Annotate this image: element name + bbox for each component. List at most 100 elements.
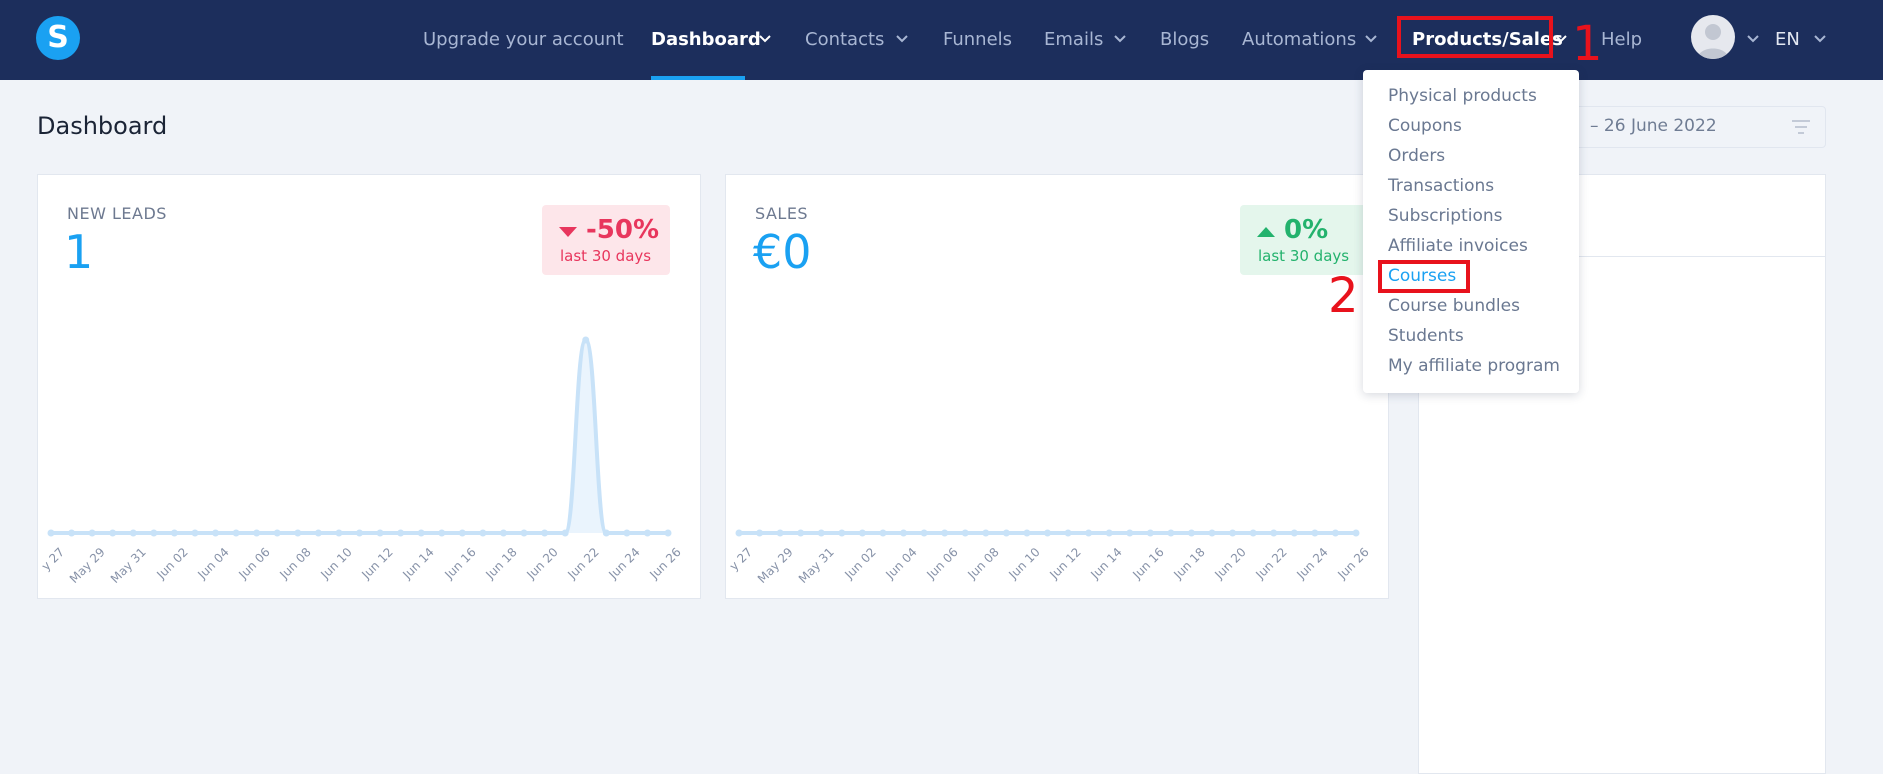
data-point[interactable] [1146, 529, 1154, 537]
data-point[interactable] [273, 529, 281, 537]
data-point[interactable] [623, 529, 631, 537]
menu-item-transactions[interactable]: Transactions [1388, 176, 1494, 196]
annotation-box-courses [1378, 260, 1470, 293]
data-point[interactable] [520, 529, 528, 537]
data-point[interactable] [941, 529, 949, 537]
data-point[interactable] [817, 529, 825, 537]
chevron-down-icon[interactable] [1552, 30, 1570, 48]
chevron-down-icon[interactable] [1111, 30, 1129, 48]
data-point[interactable] [776, 529, 784, 537]
data-point[interactable] [561, 529, 569, 537]
chevron-down-icon[interactable] [756, 30, 774, 48]
data-point[interactable] [253, 529, 261, 537]
data-point[interactable] [1229, 529, 1237, 537]
annotation-box-products-sales [1397, 16, 1553, 58]
data-point[interactable] [541, 529, 549, 537]
nav-funnels[interactable]: Funnels [943, 0, 1012, 80]
data-point[interactable] [1126, 529, 1134, 537]
data-point[interactable] [232, 529, 240, 537]
data-point[interactable] [838, 529, 846, 537]
data-point[interactable] [1002, 529, 1010, 537]
data-point[interactable] [191, 529, 199, 537]
data-point[interactable] [900, 529, 908, 537]
nav-help[interactable]: Help [1601, 0, 1642, 80]
chevron-down-icon[interactable] [1362, 30, 1380, 48]
menu-item-affiliate-invoices[interactable]: Affiliate invoices [1388, 236, 1528, 256]
chevron-down-icon[interactable] [1811, 30, 1829, 48]
data-point[interactable] [756, 529, 764, 537]
data-point[interactable] [129, 529, 137, 537]
app-logo[interactable]: S [36, 16, 80, 60]
data-point[interactable] [1187, 529, 1195, 537]
data-point[interactable] [294, 529, 302, 537]
data-point[interactable] [858, 529, 866, 537]
menu-item-coupons[interactable]: Coupons [1388, 116, 1462, 136]
data-point[interactable] [1167, 529, 1175, 537]
data-point[interactable] [602, 529, 610, 537]
chevron-down-icon[interactable] [1744, 30, 1762, 48]
data-point[interactable] [376, 529, 384, 537]
data-point[interactable] [88, 529, 96, 537]
data-point[interactable] [479, 529, 487, 537]
chevron-down-icon[interactable] [893, 30, 911, 48]
data-point[interactable] [1208, 529, 1216, 537]
data-point[interactable] [1311, 529, 1319, 537]
menu-item-course-bundles[interactable]: Course bundles [1388, 296, 1520, 316]
menu-item-students[interactable]: Students [1388, 326, 1464, 346]
data-point[interactable] [1105, 529, 1113, 537]
data-point[interactable] [417, 529, 425, 537]
data-point[interactable] [335, 529, 343, 537]
annotation-step-2: 2 [1328, 268, 1359, 324]
data-point[interactable] [47, 529, 55, 537]
data-point[interactable] [68, 529, 76, 537]
data-point[interactable] [150, 529, 158, 537]
nav-blogs[interactable]: Blogs [1160, 0, 1209, 80]
data-point[interactable] [1023, 529, 1031, 537]
data-point[interactable] [664, 529, 672, 537]
data-point[interactable] [109, 529, 117, 537]
nav-upgrade-account[interactable]: Upgrade your account [423, 0, 624, 80]
data-point[interactable] [1044, 529, 1051, 537]
annotation-step-1: 1 [1572, 16, 1603, 72]
new-leads-chart [47, 336, 672, 537]
data-point[interactable] [643, 529, 651, 537]
date-range-text[interactable]: – 26 June 2022 [1590, 116, 1717, 136]
data-point[interactable] [961, 529, 969, 537]
menu-item-my-affiliate-program[interactable]: My affiliate program [1388, 356, 1560, 376]
data-point[interactable] [1331, 529, 1339, 537]
page-title: Dashboard [37, 112, 168, 140]
data-point[interactable] [397, 529, 405, 537]
data-point[interactable] [314, 529, 322, 537]
nav-automations[interactable]: Automations [1242, 0, 1356, 80]
menu-item-subscriptions[interactable]: Subscriptions [1388, 206, 1502, 226]
data-point[interactable] [499, 529, 507, 537]
filter-icon[interactable] [1790, 116, 1812, 138]
data-point[interactable] [1290, 529, 1298, 537]
data-point[interactable] [1270, 529, 1278, 537]
nav-dashboard[interactable]: Dashboard [651, 0, 761, 80]
data-point[interactable] [438, 529, 446, 537]
menu-item-orders[interactable]: Orders [1388, 146, 1445, 166]
sales-chart [735, 529, 1360, 537]
data-point[interactable] [582, 336, 590, 344]
language-selector[interactable]: EN [1775, 0, 1800, 80]
data-point[interactable] [170, 529, 178, 537]
nav-contacts[interactable]: Contacts [805, 0, 884, 80]
data-point[interactable] [982, 529, 990, 537]
user-avatar[interactable] [1691, 15, 1735, 59]
data-point[interactable] [1064, 529, 1072, 537]
data-point[interactable] [212, 529, 220, 537]
data-point[interactable] [458, 529, 466, 537]
nav-emails[interactable]: Emails [1044, 0, 1103, 80]
data-point[interactable] [735, 529, 743, 537]
data-point[interactable] [1352, 529, 1360, 537]
data-point[interactable] [1085, 529, 1093, 537]
data-point[interactable] [797, 529, 805, 537]
data-point[interactable] [879, 529, 887, 537]
data-point[interactable] [1249, 529, 1257, 537]
active-tab-indicator [651, 76, 745, 80]
products-sales-dropdown: Physical products Coupons Orders Transac… [1363, 70, 1579, 393]
data-point[interactable] [920, 529, 928, 537]
data-point[interactable] [356, 529, 363, 537]
menu-item-physical-products[interactable]: Physical products [1388, 86, 1537, 106]
